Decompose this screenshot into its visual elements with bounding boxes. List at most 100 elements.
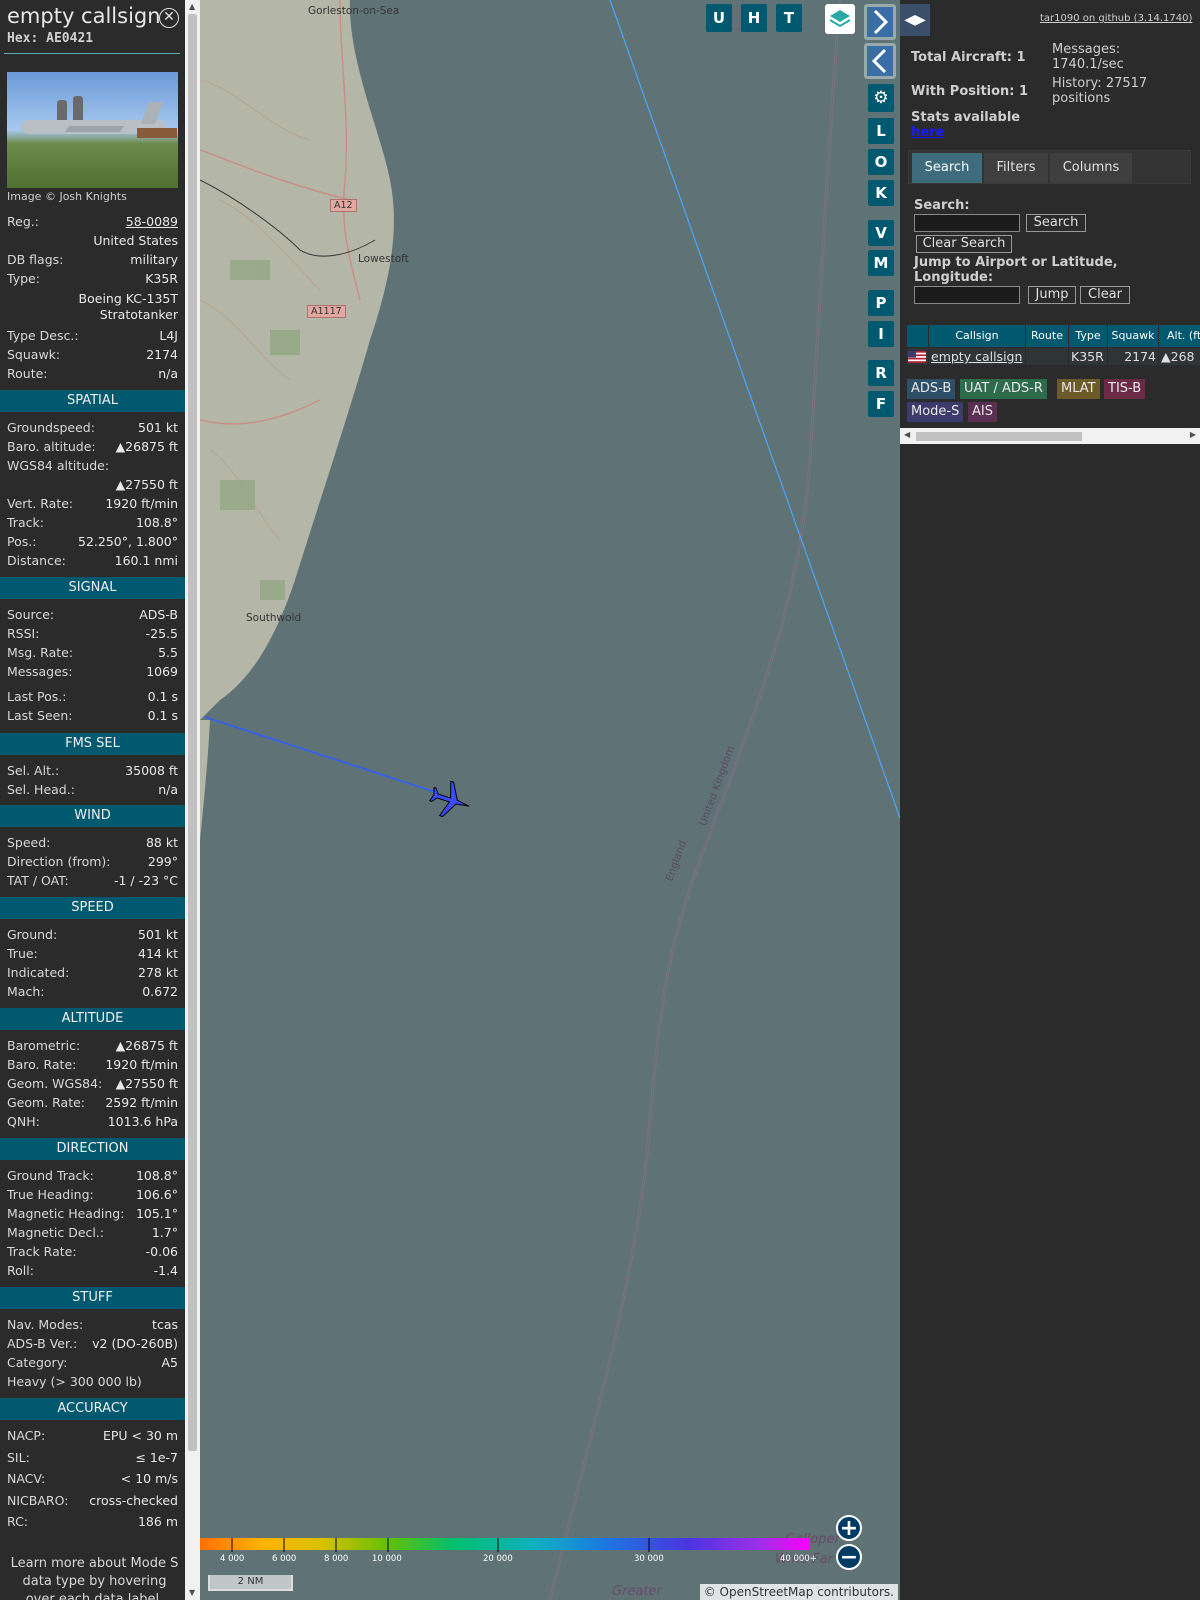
close-icon[interactable]: ✕ bbox=[159, 8, 179, 28]
search-button[interactable]: Search bbox=[1026, 214, 1086, 232]
type-desc-label: Type Desc.: bbox=[7, 328, 79, 343]
table-horizontal-scrollbar[interactable]: ◀ ▶ bbox=[900, 428, 1200, 444]
table-row-squawk[interactable]: 2174 bbox=[1108, 348, 1158, 365]
scrollbar-thumb[interactable] bbox=[188, 14, 197, 1451]
tab-search[interactable]: Search bbox=[912, 153, 982, 183]
zoom-out-button[interactable]: − bbox=[836, 1544, 862, 1570]
map-button-i[interactable]: I bbox=[868, 321, 894, 347]
tab-columns[interactable]: Columns bbox=[1050, 153, 1132, 183]
table-row-altitude[interactable]: ▲268 bbox=[1159, 348, 1200, 365]
total-aircraft-text: Total Aircraft: 1 bbox=[911, 50, 1026, 65]
col-header-flag[interactable] bbox=[907, 325, 928, 347]
search-label: Search: bbox=[914, 198, 970, 213]
sidebar-scrollbar[interactable]: ▲ ▼ bbox=[185, 0, 200, 1600]
alt-tick-30000: 30 000 bbox=[634, 1554, 664, 1564]
accuracy-label: RC: bbox=[7, 1514, 29, 1529]
fms-row: Sel. Alt.: 35008 ft bbox=[7, 762, 178, 780]
scroll-down-icon[interactable]: ▼ bbox=[189, 1588, 195, 1597]
clear-jump-button[interactable]: Clear bbox=[1080, 286, 1130, 304]
table-row-type[interactable]: K35R bbox=[1069, 348, 1107, 365]
tab-filters[interactable]: Filters bbox=[984, 153, 1048, 183]
map-button-h[interactable]: H bbox=[741, 4, 767, 32]
accuracy-label: NACV: bbox=[7, 1471, 46, 1486]
map-button-m[interactable]: M bbox=[868, 250, 894, 276]
alt-tick-6000: 6 000 bbox=[272, 1554, 297, 1564]
col-header-type[interactable]: Type bbox=[1069, 325, 1107, 347]
signal-value: 1069 bbox=[146, 664, 178, 679]
map-button-l[interactable]: L bbox=[868, 118, 894, 144]
search-input[interactable] bbox=[914, 214, 1020, 232]
clear-search-button[interactable]: Clear Search bbox=[916, 235, 1012, 253]
map-view[interactable]: Gorleston-on-Sea Lowestoft Southwold Uni… bbox=[200, 0, 900, 1600]
fms-label: Sel. Alt.: bbox=[7, 763, 60, 778]
type-value: K35R bbox=[145, 271, 178, 286]
accuracy-value: cross-checked bbox=[89, 1492, 178, 1508]
map-scale-bar: 2 NM bbox=[208, 1575, 293, 1591]
wind-row: Speed: 88 kt bbox=[7, 834, 178, 852]
accuracy-value: < 10 m/s bbox=[120, 1471, 178, 1486]
layers-icon[interactable] bbox=[825, 4, 855, 34]
fms-label: Sel. Head.: bbox=[7, 782, 75, 797]
expand-right-button[interactable] bbox=[864, 4, 896, 40]
direction-label: True Heading: bbox=[7, 1187, 94, 1202]
direction-row: Magnetic Heading: 105.1° bbox=[7, 1205, 178, 1223]
section-altitude: ALTITUDE bbox=[0, 1008, 185, 1030]
signal-label: Msg. Rate: bbox=[7, 645, 74, 660]
scroll-up-icon[interactable]: ▲ bbox=[189, 2, 195, 11]
altitude-label: Geom. Rate: bbox=[7, 1095, 86, 1110]
signal-row: Last Pos.: 0.1 s bbox=[7, 688, 178, 706]
hscroll-thumb[interactable] bbox=[916, 432, 1082, 441]
country-value: United States bbox=[93, 233, 178, 248]
github-link[interactable]: tar1090 on github (3.14.1740) bbox=[1040, 13, 1192, 24]
col-header-squawk[interactable]: Squawk bbox=[1108, 325, 1158, 347]
direction-row: Track Rate: -0.06 bbox=[7, 1243, 178, 1261]
stuff-row: Category: A5 bbox=[7, 1354, 178, 1372]
map-button-u[interactable]: U bbox=[706, 4, 732, 32]
altitude-label: QNH: bbox=[7, 1114, 40, 1129]
map-button-o[interactable]: O bbox=[868, 149, 894, 175]
wind-label: TAT / OAT: bbox=[7, 873, 69, 888]
jump-button[interactable]: Jump bbox=[1028, 286, 1076, 304]
altitude-value: 1013.6 hPa bbox=[107, 1114, 178, 1129]
table-row-flag[interactable] bbox=[907, 348, 928, 365]
map-button-r[interactable]: R bbox=[868, 360, 894, 386]
panel-toggle-arrows-icon[interactable]: ◀▶ bbox=[900, 4, 930, 36]
map-button-f[interactable]: F bbox=[868, 391, 894, 417]
jump-input[interactable] bbox=[914, 286, 1020, 304]
col-header-route[interactable]: Route bbox=[1026, 325, 1068, 347]
table-row-callsign[interactable]: empty callsign bbox=[929, 348, 1025, 365]
type-desc-value: L4J bbox=[159, 328, 178, 343]
stats-link[interactable]: here bbox=[911, 125, 944, 140]
map-button-v[interactable]: V bbox=[868, 220, 894, 246]
map-button-k[interactable]: K bbox=[868, 180, 894, 206]
scroll-right-icon[interactable]: ▶ bbox=[1190, 430, 1196, 439]
reg-link[interactable]: 58-0089 bbox=[126, 213, 178, 231]
attribution-link[interactable]: OpenStreetMap bbox=[720, 1585, 814, 1599]
expand-left-button[interactable] bbox=[864, 43, 896, 79]
altitude-label: Baro. Rate: bbox=[7, 1057, 77, 1072]
messages-rate: Messages: 1740.1/sec bbox=[1052, 42, 1124, 72]
map-label-greater: Greater bbox=[612, 1584, 662, 1599]
signal-label: Messages: bbox=[7, 664, 73, 679]
direction-label: Magnetic Decl.: bbox=[7, 1225, 105, 1240]
col-header-altitude[interactable]: Alt. (ft) bbox=[1159, 325, 1200, 347]
stuff-label: Nav. Modes: bbox=[7, 1317, 84, 1332]
zoom-in-button[interactable]: + bbox=[836, 1515, 862, 1541]
type-row: Type: K35R bbox=[7, 270, 178, 288]
alt-tick-10000: 10 000 bbox=[372, 1554, 402, 1564]
map-button-t[interactable]: T bbox=[776, 4, 802, 32]
settings-gear-icon[interactable]: ⚙ bbox=[868, 84, 894, 112]
country-row: United States bbox=[7, 232, 178, 250]
aircraft-table: Callsign Route Type Squawk Alt. (ft) emp… bbox=[907, 325, 1200, 365]
map-label-southwold: Southwold bbox=[246, 612, 302, 624]
aircraft-photo[interactable] bbox=[7, 72, 178, 188]
stuff-label: ADS-B Ver.: bbox=[7, 1336, 78, 1351]
scroll-left-icon[interactable]: ◀ bbox=[904, 430, 910, 439]
jump-label: Jump to Airport or Latitude, Longitude: bbox=[914, 255, 1118, 285]
map-button-p[interactable]: P bbox=[868, 290, 894, 316]
stuff-row: ADS-B Ver.: v2 (DO-260B) bbox=[7, 1335, 178, 1353]
db-flags-value: military bbox=[130, 252, 178, 267]
col-header-callsign[interactable]: Callsign bbox=[929, 325, 1025, 347]
table-row-route[interactable] bbox=[1026, 348, 1068, 365]
aircraft-marker-icon[interactable] bbox=[428, 778, 472, 822]
